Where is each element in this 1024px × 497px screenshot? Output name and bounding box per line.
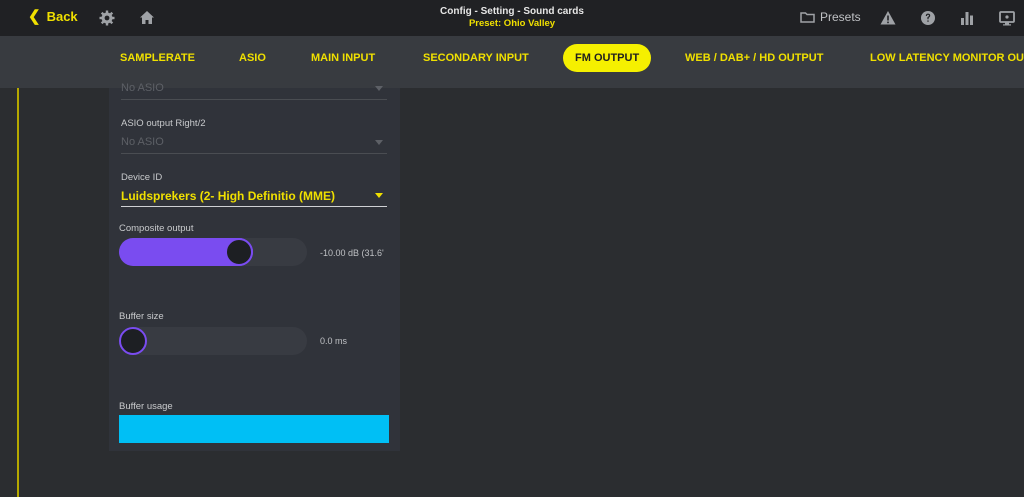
fm-output-panel: No ASIO ASIO output Right/2 No ASIO Devi…: [109, 82, 400, 451]
tab-secondary-input[interactable]: SECONDARY INPUT: [411, 44, 541, 72]
buffer-size-value: 0.0 ms: [320, 336, 348, 346]
preset-name: Preset: Ohio Valley: [468, 18, 556, 29]
tab-fm-output[interactable]: FM OUTPUT: [563, 44, 652, 72]
device-id-select[interactable]: Luidsprekers (2- High Definitio (MME): [121, 187, 387, 207]
asio-output-left-select[interactable]: No ASIO: [121, 80, 387, 100]
left-rail: [17, 88, 19, 497]
tab-main-input[interactable]: MAIN INPUT: [299, 44, 387, 72]
help-icon[interactable]: [919, 9, 937, 27]
composite-output-label: Composite output: [119, 223, 194, 234]
chevron-down-icon: [375, 193, 383, 198]
chart-icon[interactable]: [958, 9, 976, 27]
tab-low-latency-monitor-output[interactable]: LOW LATENCY MONITOR OU: [858, 44, 1024, 72]
chevron-down-icon: [375, 86, 383, 91]
presets-button[interactable]: Presets: [800, 10, 861, 24]
tab-web-dab-hd-output[interactable]: WEB / DAB+ / HD OUTPUT: [673, 44, 835, 72]
tab-asio[interactable]: ASIO: [227, 44, 278, 72]
page-title-block: Config - Setting - Sound cards Preset: O…: [0, 6, 1024, 29]
tab-samplerate[interactable]: SAMPLERATE: [108, 44, 207, 72]
buffer-size-label: Buffer size: [119, 311, 164, 322]
buffer-usage-label: Buffer usage: [119, 401, 173, 412]
device-id-label: Device ID: [121, 172, 163, 183]
top-bar: ❮ Back Config - Setting - Sound cards Pr…: [0, 0, 1024, 36]
asio-output-right-select[interactable]: No ASIO: [121, 134, 387, 154]
composite-output-handle[interactable]: [225, 238, 253, 266]
asio-output-left-value: No ASIO: [121, 82, 164, 94]
asio-output-right-value: No ASIO: [121, 136, 164, 148]
composite-output-value: -10.00 dB (31.6': [320, 248, 384, 258]
chevron-down-icon: [375, 140, 383, 145]
buffer-size-handle[interactable]: [119, 327, 147, 355]
device-id-value: Luidsprekers (2- High Definitio (MME): [121, 189, 336, 203]
buffer-size-slider[interactable]: [119, 327, 307, 355]
asio-output-right-label: ASIO output Right/2: [121, 118, 206, 129]
monitor-icon[interactable]: [998, 9, 1016, 27]
folder-icon: [800, 12, 815, 23]
warning-icon[interactable]: [879, 9, 897, 27]
composite-output-slider[interactable]: [119, 238, 307, 266]
page-title: Config - Setting - Sound cards: [440, 6, 584, 17]
buffer-usage-bar: [119, 415, 389, 443]
presets-label: Presets: [820, 10, 861, 24]
